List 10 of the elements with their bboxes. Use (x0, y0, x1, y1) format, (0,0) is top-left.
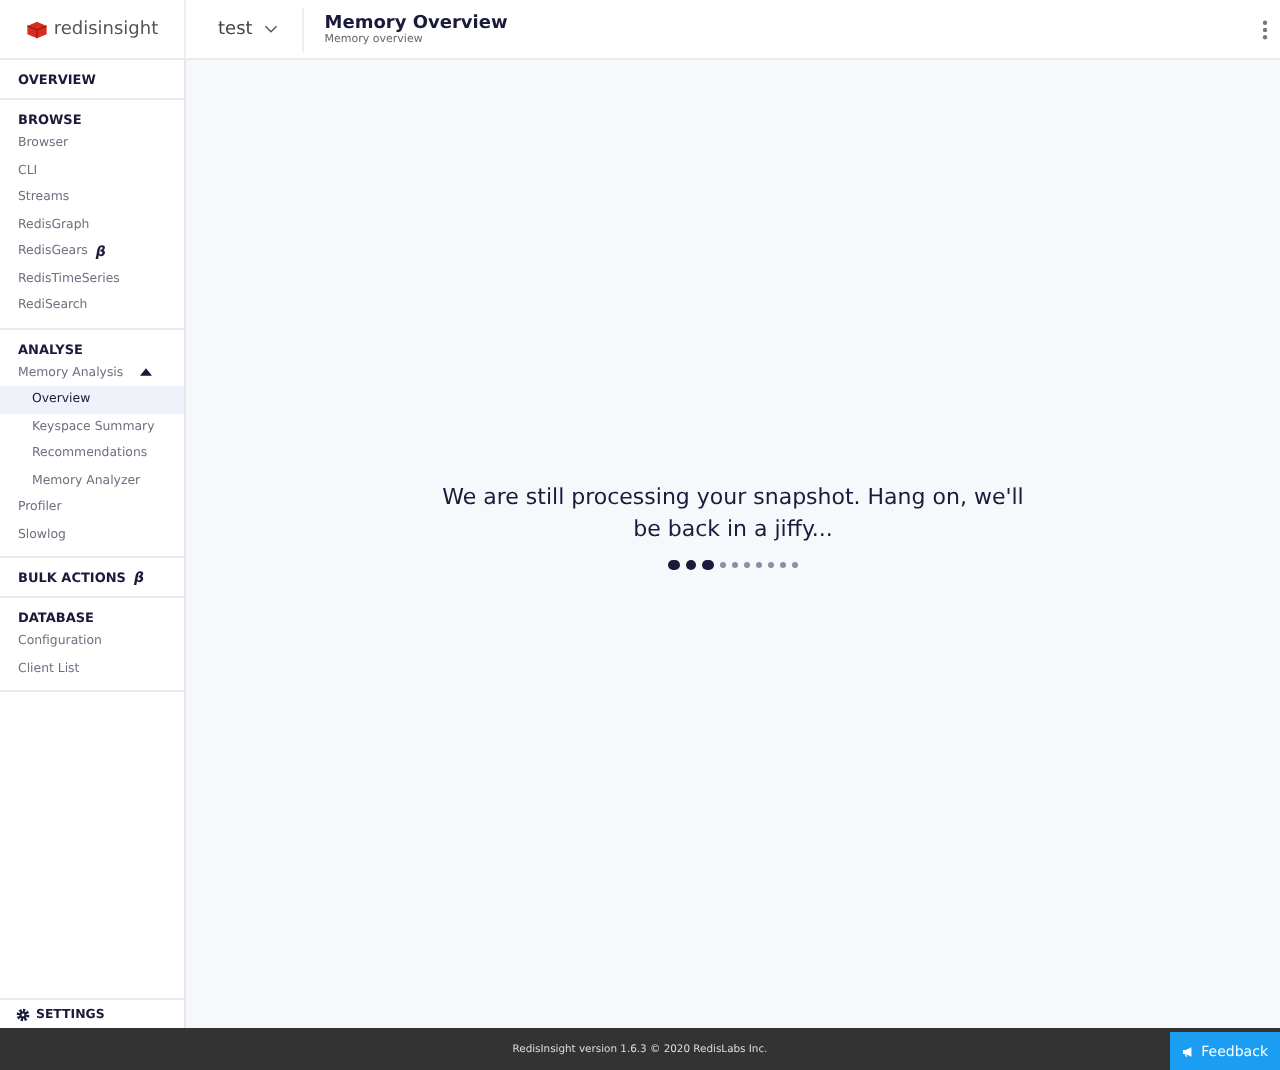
page-title: Memory Overview (324, 13, 510, 33)
chevron-icon (264, 24, 279, 34)
database-dropdown[interactable]: test (186, 7, 305, 51)
processing-message: We are still processing your snapshot. Hang on, we'll be back in a jiffy... (440, 481, 1026, 546)
caret-icon (139, 368, 152, 377)
logo-icon (25, 19, 48, 39)
more-menu-icon[interactable] (1262, 19, 1268, 39)
settings-icon (16, 1007, 30, 1021)
megaphone-icon (1182, 1043, 1194, 1059)
logo-text: redisinsight (53, 19, 159, 39)
